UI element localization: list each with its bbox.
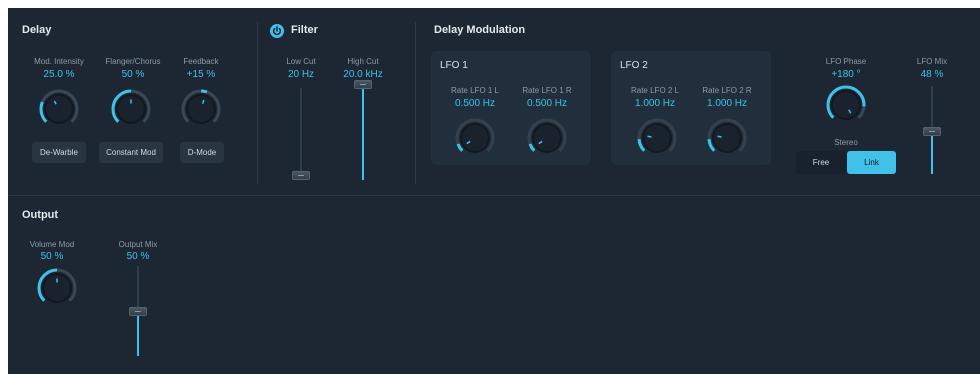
mod-intensity-value: 25.0 %	[43, 69, 75, 80]
rate-lfo2-r-value: 1.000 Hz	[706, 98, 748, 109]
rate-lfo2-l-value: 1.000 Hz	[634, 98, 676, 109]
rate-lfo1-l-knob[interactable]	[453, 116, 497, 160]
low-cut-label: Low Cut	[286, 57, 316, 66]
flanger-chorus-knob[interactable]	[109, 87, 153, 131]
lfo-phase-label: LFO Phase	[825, 57, 867, 66]
volume-mod-label: Volume Mod	[29, 240, 75, 249]
low-cut-slider-thumb[interactable]	[292, 171, 310, 180]
rate-lfo1-r-label: Rate LFO 1 R	[522, 86, 572, 95]
rate-lfo2-r-label: Rate LFO 2 R	[702, 86, 752, 95]
stereo-label: Stereo	[834, 138, 858, 147]
volume-mod-value: 50 %	[40, 251, 64, 262]
section-divider	[8, 195, 980, 196]
constant-mod-button[interactable]: Constant Mod	[99, 142, 163, 163]
lfo-mix-label: LFO Mix	[916, 57, 948, 66]
lfo-mix-slider-fill	[931, 132, 933, 174]
rate-lfo1-l-value: 0.500 Hz	[454, 98, 496, 109]
rate-lfo2-l-knob[interactable]	[635, 116, 679, 160]
lfo-phase-value: +180 °	[831, 69, 861, 80]
output-mix-value: 50 %	[126, 251, 150, 262]
d-mode-button[interactable]: D-Mode	[180, 142, 224, 163]
volume-mod-knob[interactable]	[35, 266, 79, 310]
low-cut-value: 20 Hz	[287, 69, 315, 80]
plugin-window: Delay Mod. Intensity 25.0 % De-Warble Fl…	[8, 8, 980, 374]
output-mix-label: Output Mix	[118, 240, 158, 249]
lfo1-panel: LFO 1 Rate LFO 1 L 0.500 Hz Rate LFO 1 R…	[431, 51, 591, 165]
feedback-knob[interactable]	[179, 87, 223, 131]
mod-intensity-label: Mod. Intensity	[34, 57, 84, 66]
de-warble-button[interactable]: De-Warble	[32, 142, 86, 163]
rate-lfo1-r-knob[interactable]	[525, 116, 569, 160]
feedback-label: Feedback	[183, 57, 219, 66]
low-cut-slider-track[interactable]	[300, 88, 302, 180]
high-cut-slider-thumb[interactable]	[354, 80, 372, 89]
lfo2-panel: LFO 2 Rate LFO 2 L 1.000 Hz Rate LFO 2 R…	[611, 51, 771, 165]
power-icon-glyph	[272, 26, 282, 36]
output-section-title: Output	[22, 209, 59, 221]
high-cut-label: High Cut	[347, 57, 379, 66]
flanger-chorus-label: Flanger/Chorus	[105, 57, 161, 66]
high-cut-value: 20.0 kHz	[343, 69, 383, 80]
lfo1-title: LFO 1	[440, 60, 468, 71]
filter-section-title: Filter	[291, 24, 318, 36]
mod-intensity-knob[interactable]	[37, 87, 81, 131]
rate-lfo1-l-label: Rate LFO 1 L	[450, 86, 500, 95]
output-mix-slider-thumb[interactable]	[129, 307, 147, 316]
power-icon[interactable]	[270, 24, 284, 38]
lfo-mix-value: 48 %	[920, 69, 944, 80]
stereo-link-button[interactable]: Link	[847, 151, 896, 174]
delay-section-title: Delay	[22, 24, 52, 36]
flanger-chorus-value: 50 %	[121, 69, 145, 80]
delay-modulation-title: Delay Modulation	[434, 24, 526, 36]
lfo2-title: LFO 2	[620, 60, 648, 71]
stereo-free-button[interactable]: Free	[796, 151, 846, 174]
high-cut-slider-fill	[362, 88, 364, 180]
section-divider	[257, 22, 258, 184]
feedback-value: +15 %	[186, 69, 216, 80]
rate-lfo2-r-knob[interactable]	[705, 116, 749, 160]
output-mix-slider-fill	[137, 312, 139, 356]
lfo-phase-knob[interactable]	[824, 83, 868, 127]
rate-lfo1-r-value: 0.500 Hz	[526, 98, 568, 109]
section-divider	[415, 22, 416, 184]
rate-lfo2-l-label: Rate LFO 2 L	[630, 86, 680, 95]
lfo-mix-slider-thumb[interactable]	[923, 127, 941, 136]
